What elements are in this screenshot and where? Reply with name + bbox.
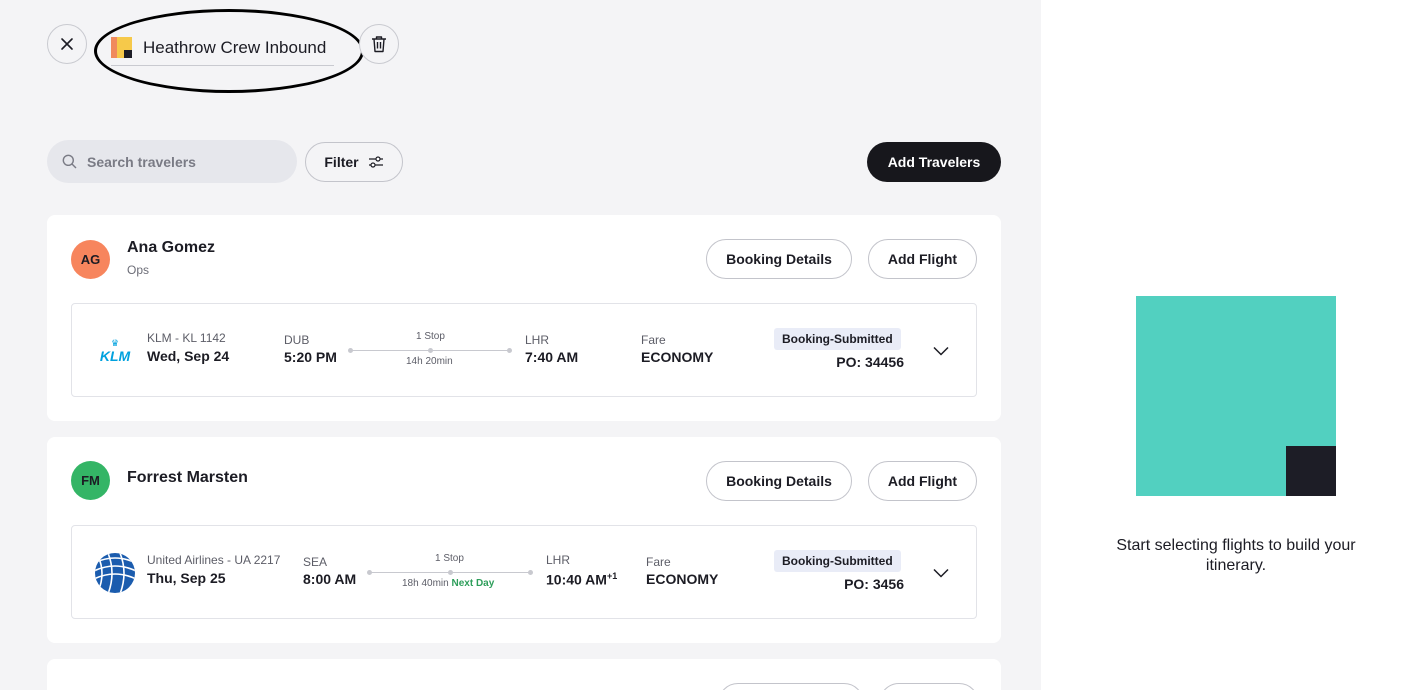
add-flight-button[interactable]: Add Flight	[868, 461, 977, 501]
flight-date: Thu, Sep 25	[147, 570, 226, 586]
next-day-label: Next Day	[451, 578, 495, 589]
origin-airport: DUB	[284, 333, 310, 347]
fare-class: ECONOMY	[646, 571, 719, 587]
traveler-department: Ops	[127, 263, 150, 277]
airline-flight-number: United Airlines - UA 2217	[147, 553, 281, 567]
destination-airport: LHR	[525, 333, 550, 347]
search-icon	[62, 154, 77, 169]
add-flight-button[interactable]	[879, 683, 979, 690]
flight-date: Wed, Sep 24	[147, 348, 230, 364]
fare-label: Fare	[646, 555, 671, 569]
svg-text:KLM: KLM	[100, 348, 131, 362]
arrive-time: 10:40 AM+1	[546, 571, 618, 588]
add-travelers-button[interactable]: Add Travelers	[867, 142, 1001, 182]
flight-duration: 14h 20min	[406, 356, 453, 367]
traveler-card: AG Ana Gomez Ops Booking Details Add Fli…	[47, 215, 1001, 421]
filter-button[interactable]: Filter	[305, 142, 403, 182]
flight-row[interactable]: ♛ KLM KLM - KL 1142 Wed, Sep 24 DUB 5:20…	[71, 303, 977, 397]
origin-airport: SEA	[303, 555, 328, 569]
fare-class: ECONOMY	[641, 349, 714, 365]
trash-icon	[372, 36, 386, 53]
booking-details-button[interactable]	[718, 683, 864, 690]
annotation-ellipse	[94, 9, 364, 93]
destination-airport: LHR	[546, 553, 571, 567]
traveler-card: FM Forrest Marsten Booking Details Add F…	[47, 437, 1001, 643]
day-offset: +1	[606, 571, 618, 581]
search-travelers-input[interactable]: Search travelers	[47, 140, 297, 183]
delete-button[interactable]	[359, 24, 399, 64]
avatar: AG	[71, 240, 110, 279]
route-line	[348, 348, 512, 353]
traveler-name: Forrest Marsten	[127, 469, 248, 486]
klm-logo: ♛ KLM	[94, 338, 136, 367]
stops-label: 1 Stop	[435, 553, 464, 564]
search-placeholder: Search travelers	[87, 153, 196, 170]
po-number: PO: 34456	[836, 354, 904, 370]
united-airlines-globe-icon	[94, 552, 136, 599]
booking-details-button[interactable]: Booking Details	[706, 239, 852, 279]
fare-label: Fare	[641, 333, 666, 347]
stops-label: 1 Stop	[416, 331, 445, 342]
airline-flight-number: KLM - KL 1142	[147, 331, 226, 345]
itinerary-illustration	[1136, 296, 1336, 496]
arrive-time: 7:40 AM	[525, 349, 579, 365]
traveler-name: Ana Gomez	[127, 239, 216, 256]
route-line	[367, 570, 533, 575]
status-badge: Booking-Submitted	[774, 328, 901, 350]
traveler-card	[47, 659, 1001, 690]
itinerary-panel: Start selecting flights to build your it…	[1041, 0, 1426, 690]
po-number: PO: 3456	[844, 576, 904, 592]
chevron-down-icon[interactable]	[933, 346, 949, 356]
depart-time: 5:20 PM	[284, 349, 337, 365]
close-button[interactable]	[47, 24, 87, 64]
depart-time: 8:00 AM	[303, 571, 357, 587]
add-flight-button[interactable]: Add Flight	[868, 239, 977, 279]
empty-state-message: Start selecting flights to build your it…	[1116, 537, 1356, 574]
booking-details-button[interactable]: Booking Details	[706, 461, 852, 501]
travelers-panel: Heathrow Crew Inbound Search travelers F…	[0, 0, 1041, 690]
chevron-down-icon[interactable]	[933, 568, 949, 578]
flight-duration: 18h 40min Next Day	[402, 578, 495, 589]
close-icon	[61, 38, 73, 50]
flight-row[interactable]: United Airlines - UA 2217 Thu, Sep 25 SE…	[71, 525, 977, 619]
filter-label: Filter	[324, 154, 359, 170]
sliders-icon	[368, 156, 383, 168]
avatar: FM	[71, 461, 110, 500]
status-badge: Booking-Submitted	[774, 550, 901, 572]
